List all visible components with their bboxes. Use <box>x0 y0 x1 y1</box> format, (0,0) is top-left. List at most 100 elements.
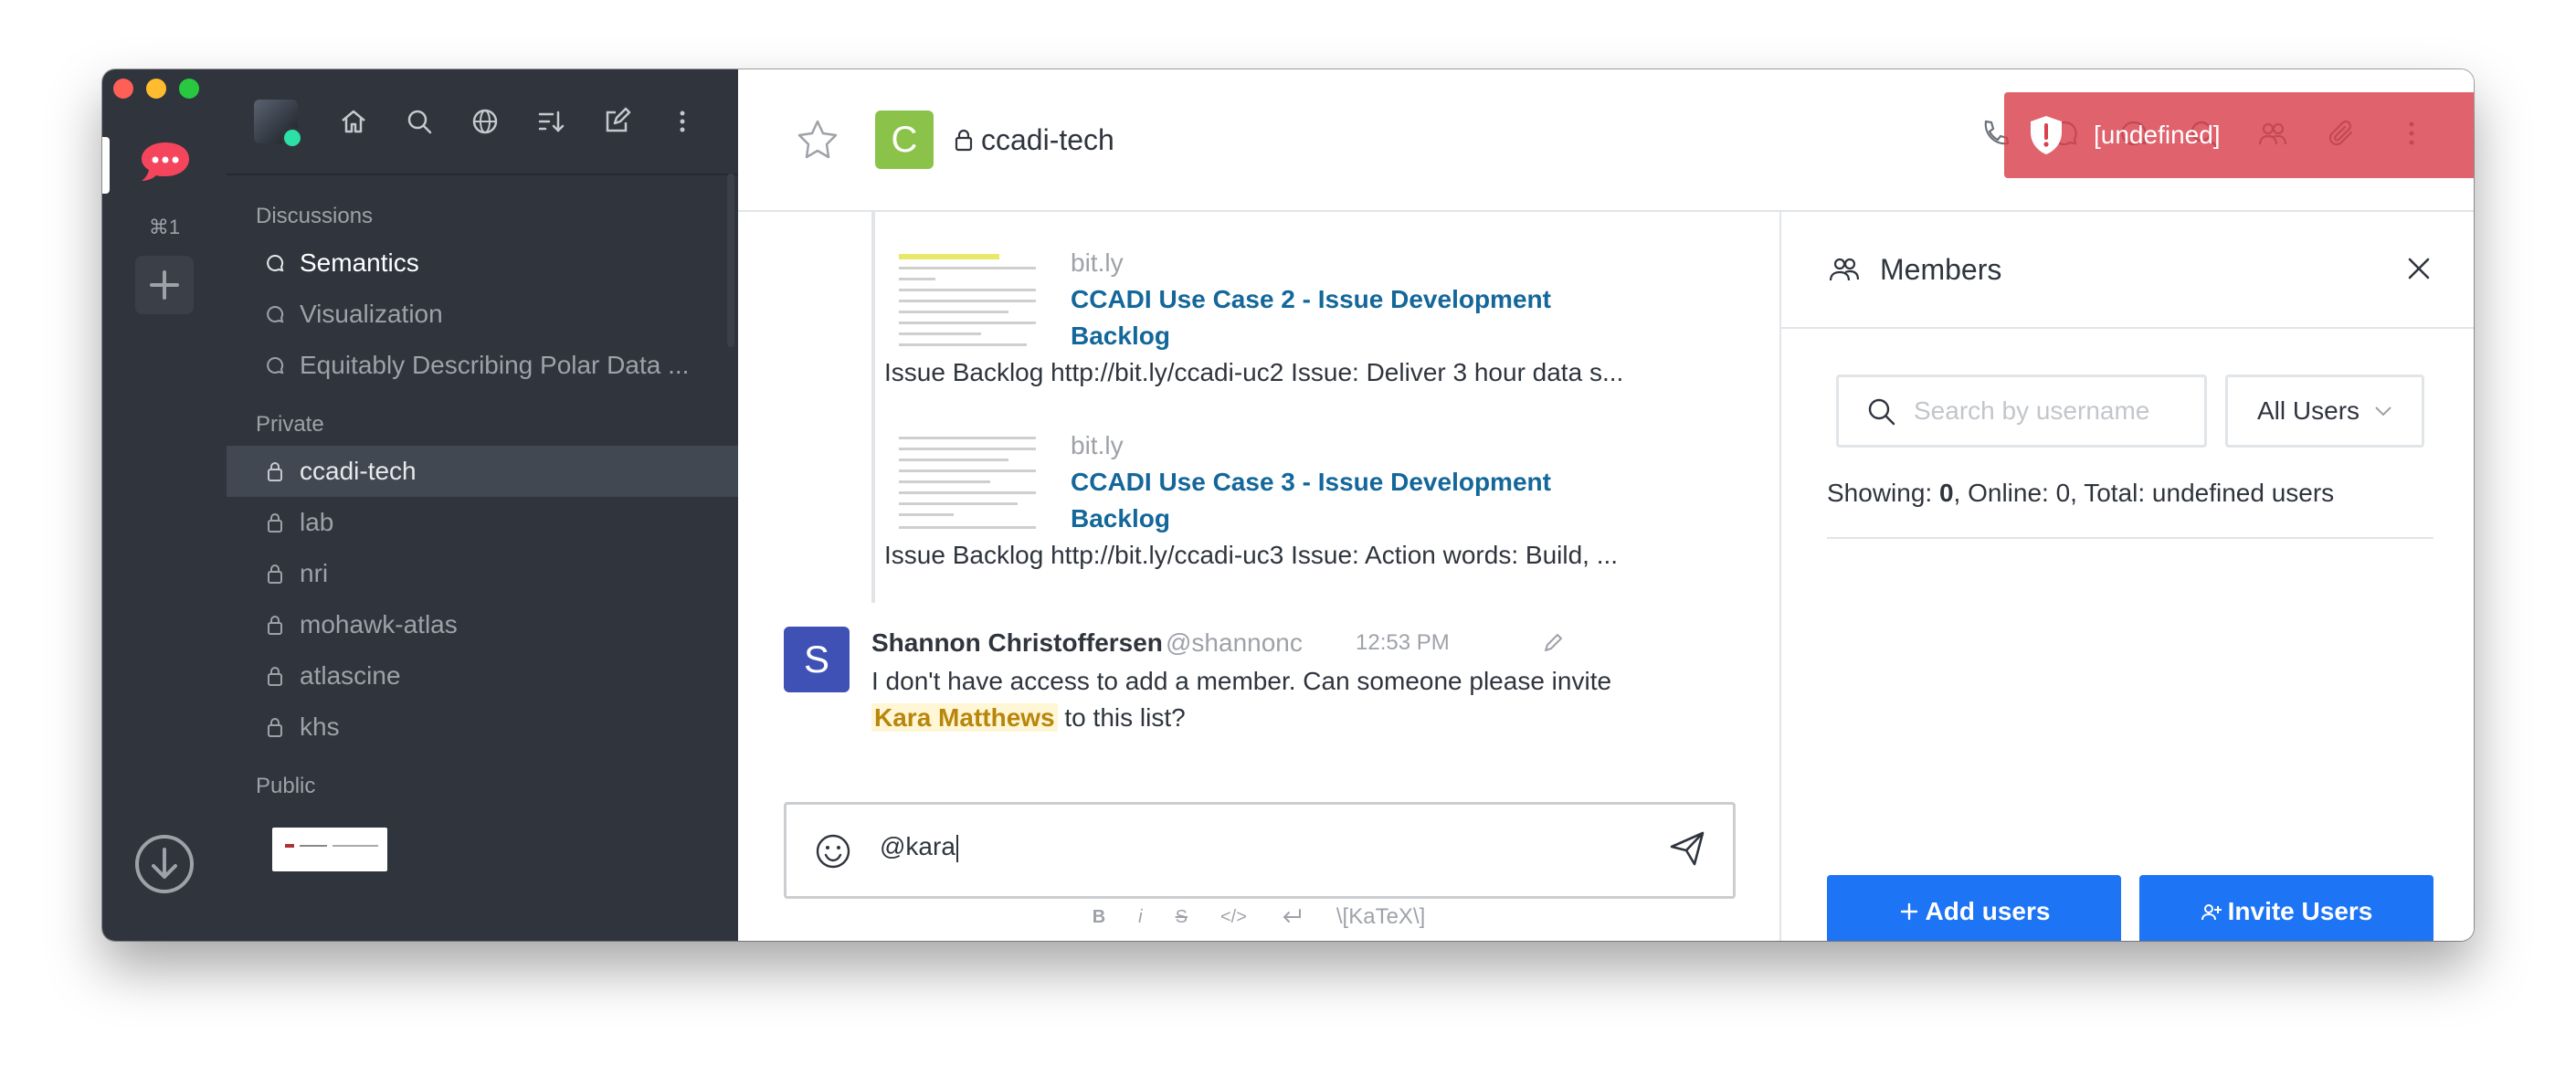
server-shortcut: ⌘1 <box>148 216 181 238</box>
katex-button[interactable]: \[KaTeX\] <box>1336 904 1425 930</box>
message-avatar[interactable]: S <box>784 627 850 692</box>
close-window-button[interactable] <box>113 79 133 99</box>
thumb-line <box>899 491 1036 494</box>
members-panel: Members Search by username All Users Sho… <box>1779 212 2474 941</box>
emoji-icon[interactable] <box>814 832 852 870</box>
close-icon[interactable] <box>2402 252 2435 285</box>
sidebar-item-visualization[interactable]: Visualization <box>227 289 738 340</box>
room-avatar: C <box>875 111 934 169</box>
thumb-text-line <box>300 845 327 847</box>
attachment-quote-bar <box>871 212 875 603</box>
shield-alert-icon <box>2031 116 2062 154</box>
search-placeholder: Search by username <box>1914 396 2150 425</box>
favorite-star-icon[interactable] <box>795 117 840 163</box>
members-icon <box>1829 258 1860 281</box>
download-icon[interactable] <box>133 833 195 895</box>
server-rail: ⌘1 <box>102 69 227 941</box>
user-mention[interactable]: Kara Matthews <box>871 703 1058 732</box>
kebab-menu-icon[interactable] <box>667 106 698 137</box>
message-author[interactable]: Shannon Christoffersen <box>871 628 1163 658</box>
thumb-line <box>899 480 990 483</box>
sidebar-item-label: Semantics <box>300 248 419 277</box>
link-site: bit.ly <box>1071 248 1124 277</box>
sidebar-item-label: atlascine <box>300 661 401 690</box>
message-text: I don't have access to add a member. Can… <box>871 667 1612 695</box>
thumb-line <box>899 469 1036 472</box>
sidebar-item-atlascine[interactable]: atlascine <box>227 650 738 702</box>
plus-icon <box>150 270 179 300</box>
discussion-icon <box>263 251 287 275</box>
divider <box>1827 537 2433 539</box>
strike-button[interactable]: S <box>1176 907 1188 928</box>
create-new-icon[interactable] <box>601 106 632 137</box>
message-list[interactable]: bit.ly CCADI Use Case 2 - Issue Developm… <box>738 212 1779 796</box>
sort-icon[interactable] <box>535 106 566 137</box>
link-title-line: CCADI Use Case 3 - Issue Development <box>1071 468 1551 496</box>
user-avatar[interactable] <box>254 100 303 149</box>
link-preview-thumbnail[interactable] <box>899 431 1045 541</box>
public-channel-thumbnail[interactable] <box>272 828 387 871</box>
link-site: bit.ly <box>1071 431 1124 459</box>
sidebar-item-ccadi-tech[interactable]: ccadi-tech <box>227 446 749 497</box>
message-input-value: @kara <box>880 832 955 860</box>
add-server-button[interactable] <box>135 256 194 314</box>
lock-icon <box>263 664 287 688</box>
lock-icon <box>263 562 287 585</box>
add-users-button[interactable]: Add users <box>1827 875 2121 941</box>
thumb-line <box>899 437 1036 439</box>
discussion-icon <box>263 302 287 326</box>
search-input[interactable]: Search by username <box>1836 374 2207 448</box>
formatting-toolbar: B i S </> \[KaTeX\] <box>738 904 1779 930</box>
invite-users-button[interactable]: Invite Users <box>2139 875 2433 941</box>
italic-button[interactable]: i <box>1138 907 1142 928</box>
link-title-line: Backlog <box>1071 322 1170 350</box>
zoom-window-button[interactable] <box>179 79 199 99</box>
user-status-select[interactable]: All Users <box>2225 374 2424 448</box>
sidebar-item-label: Visualization <box>300 300 443 328</box>
message-composer[interactable]: @kara <box>784 802 1736 899</box>
link-preview-thumbnail[interactable] <box>899 248 1045 358</box>
sidebar-item-label: lab <box>300 508 334 536</box>
link-description: Issue Backlog http://bit.ly/ccadi-uc2 Is… <box>884 358 1624 386</box>
sidebar-item-label: ccadi-tech <box>300 457 417 485</box>
sidebar-item-nri[interactable]: nri <box>227 548 738 599</box>
multiline-code-icon[interactable] <box>1280 907 1304 927</box>
link-title[interactable]: CCADI Use Case 2 - Issue Development Bac… <box>1071 281 1619 354</box>
link-title[interactable]: CCADI Use Case 3 - Issue Development Bac… <box>1071 464 1619 537</box>
lock-icon <box>263 613 287 637</box>
thumb-line <box>899 289 1036 291</box>
message-timestamp: 12:53 PM <box>1356 630 1450 655</box>
code-button[interactable]: </> <box>1220 907 1247 928</box>
message-input[interactable]: @kara <box>880 832 958 862</box>
plus-icon <box>1900 902 1917 921</box>
thumb-line <box>899 343 1027 346</box>
thumb-line <box>899 300 1036 302</box>
sidebar-item-semantics[interactable]: Semantics <box>227 237 738 289</box>
lock-icon <box>263 715 287 739</box>
link-description: Issue Backlog http://bit.ly/ccadi-uc3 Is… <box>884 541 1619 569</box>
thumb-line <box>899 278 935 280</box>
online-status-dot <box>281 127 303 149</box>
send-icon[interactable] <box>1667 828 1707 869</box>
main-content: C ccadi-tech [undefined] bit.ly CCADI Us… <box>738 69 2474 941</box>
room-title: ccadi-tech <box>981 122 1114 156</box>
sidebar-item-khs[interactable]: khs <box>227 702 738 753</box>
section-public: Public <box>256 774 316 798</box>
error-toast[interactable]: [undefined] <box>2004 92 2474 178</box>
rocketchat-server-icon[interactable] <box>135 133 195 194</box>
sidebar-item-mohawk-atlas[interactable]: mohawk-atlas <box>227 599 738 650</box>
home-icon[interactable] <box>338 106 369 137</box>
sidebar-item-lab[interactable]: lab <box>227 497 738 548</box>
minimize-window-button[interactable] <box>146 79 166 99</box>
bold-button[interactable]: B <box>1093 907 1105 928</box>
message-username[interactable]: @shannonc <box>1166 628 1303 658</box>
sidebar-scrollbar[interactable] <box>727 174 734 347</box>
online-total-text: , Online: 0, Total: undefined users <box>1953 479 2335 507</box>
lock-icon <box>955 129 973 152</box>
thumb-line <box>899 448 1036 450</box>
discussion-icon <box>263 353 287 377</box>
sidebar-item-polar-data[interactable]: Equitably Describing Polar Data ... <box>227 340 738 391</box>
text-caret <box>955 834 958 862</box>
directory-globe-icon[interactable] <box>470 106 501 137</box>
search-icon[interactable] <box>404 106 435 137</box>
